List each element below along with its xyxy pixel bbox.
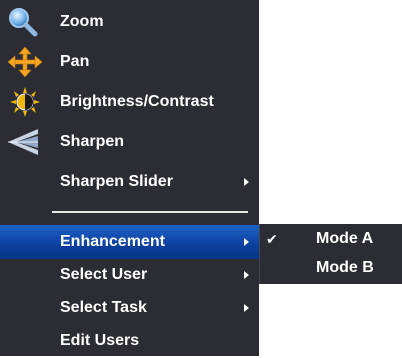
menu-item-label: Edit Users: [60, 332, 140, 349]
menu-item-label: Sharpen: [60, 133, 125, 150]
submenu-item-mode-a[interactable]: ✔ Mode A: [260, 225, 402, 255]
menu-item-label: Zoom: [60, 13, 104, 30]
enhancement-submenu: ✔ Mode A Mode B: [259, 224, 402, 284]
submenu-arrow-icon: [244, 304, 249, 312]
checkmark-icon: ✔: [266, 231, 278, 247]
menu-item-label: Enhancement: [60, 233, 165, 250]
submenu-item-label: Mode B: [316, 259, 374, 276]
pan-arrows-icon: [6, 47, 44, 77]
submenu-item-label: Mode A: [316, 230, 374, 247]
menu-item-select-task[interactable]: Select Task: [0, 291, 259, 325]
menu-item-label: Sharpen Slider: [60, 173, 173, 190]
menu-item-label: Pan: [60, 53, 90, 70]
menu-item-brightness-contrast[interactable]: Brightness/Contrast: [0, 85, 259, 119]
menu-item-label: Select User: [60, 266, 148, 283]
menu-item-sharpen[interactable]: Sharpen: [0, 125, 259, 159]
sun-contrast-icon: [6, 87, 44, 117]
menu-item-edit-users[interactable]: Edit Users: [0, 324, 259, 358]
menu-item-enhancement[interactable]: Enhancement: [0, 225, 259, 259]
menu-item-sharpen-slider[interactable]: Sharpen Slider: [0, 165, 259, 199]
submenu-arrow-icon: [244, 178, 249, 186]
menu-item-pan[interactable]: Pan: [0, 45, 259, 79]
menu-separator: [52, 211, 248, 213]
submenu-item-mode-b[interactable]: Mode B: [260, 254, 402, 284]
sharpen-icon: [6, 127, 44, 157]
submenu-arrow-icon: [244, 238, 249, 246]
menu-item-label: Brightness/Contrast: [60, 93, 214, 110]
menu-item-select-user[interactable]: Select User: [0, 258, 259, 292]
magnifier-icon: [6, 7, 44, 37]
submenu-arrow-icon: [244, 271, 249, 279]
context-menu: Zoom Pan Brightness/Contrast Sharpen Sha…: [0, 0, 259, 356]
menu-item-label: Select Task: [60, 299, 147, 316]
menu-item-zoom[interactable]: Zoom: [0, 5, 259, 39]
